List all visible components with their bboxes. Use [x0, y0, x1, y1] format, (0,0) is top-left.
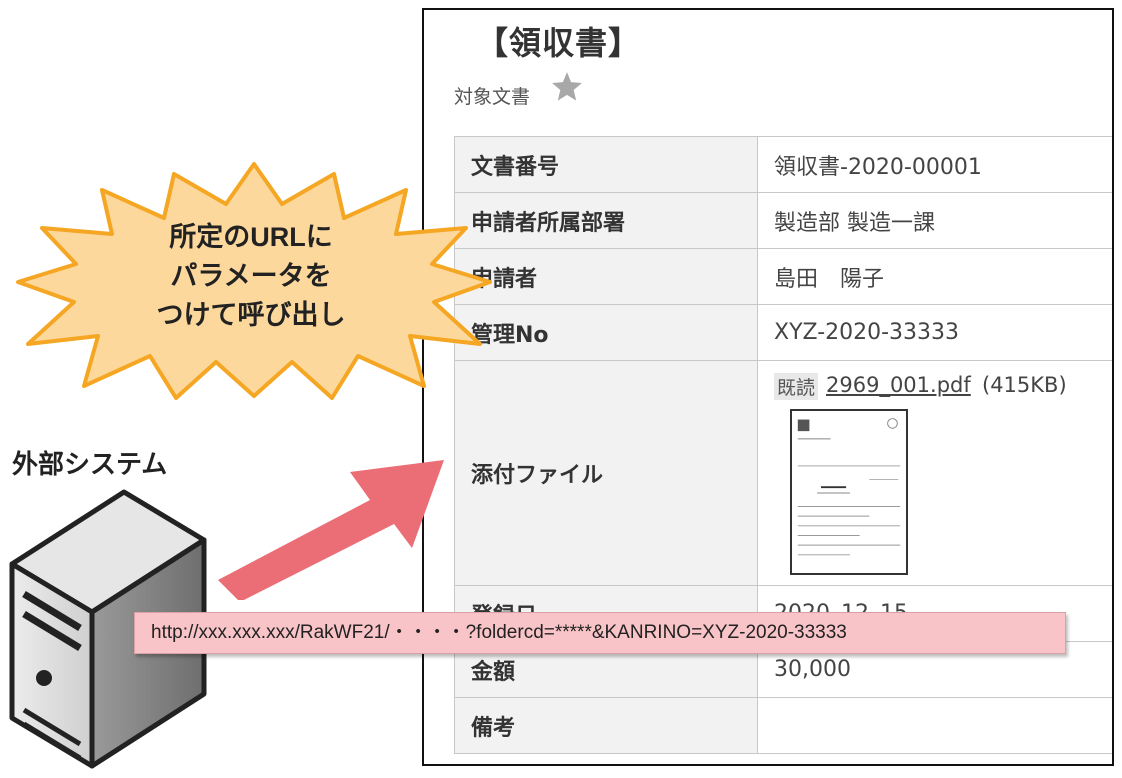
- attachment-thumbnail[interactable]: [790, 409, 908, 575]
- url-example: http://xxx.xxx.xxx/RakWF21/・・・・?foldercd…: [134, 612, 1066, 654]
- document-details-table: 文書番号 領収書-2020-00001 申請者所属部署 製造部 製造一課 申請者…: [454, 136, 1112, 754]
- field-value: [757, 697, 1112, 754]
- table-row: 添付ファイル 既読 2969_001.pdf (415KB): [454, 360, 1112, 586]
- star-icon[interactable]: [550, 70, 584, 104]
- document-type-label: 対象文書: [454, 86, 531, 108]
- field-label: 備考: [454, 697, 758, 754]
- field-label: 管理No: [454, 304, 758, 361]
- field-value: XYZ-2020-33333: [757, 304, 1112, 361]
- field-label: 申請者所属部署: [454, 192, 758, 249]
- field-value: 領収書-2020-00001: [757, 136, 1112, 193]
- callout-line: パラメータを: [170, 261, 332, 291]
- attachment-cell: 既読 2969_001.pdf (415KB): [757, 360, 1112, 586]
- attachment-size: (415KB): [982, 373, 1067, 397]
- external-system-label: 外部システム: [12, 449, 168, 479]
- read-badge: 既読: [774, 373, 819, 400]
- field-value: 製造部 製造一課: [757, 192, 1112, 249]
- attachment-link[interactable]: 2969_001.pdf: [826, 373, 971, 397]
- field-value: 島田 陽子: [757, 248, 1112, 305]
- table-row: 申請者 島田 陽子: [454, 248, 1112, 305]
- callout-text: 所定のURLに パラメータを つけて呼び出し: [116, 218, 386, 335]
- callout-line: つけて呼び出し: [156, 300, 346, 330]
- field-label: 添付ファイル: [454, 360, 758, 586]
- table-row: 申請者所属部署 製造部 製造一課: [454, 192, 1112, 249]
- field-label: 申請者: [454, 248, 758, 305]
- arrow-icon: [218, 460, 444, 600]
- table-row: 文書番号 領収書-2020-00001: [454, 136, 1112, 193]
- page-title: 【領収書】: [476, 24, 642, 62]
- table-row: 管理No XYZ-2020-33333: [454, 304, 1112, 361]
- callout-line: 所定のURLに: [169, 222, 333, 252]
- table-row: 備考: [454, 697, 1112, 754]
- field-label: 文書番号: [454, 136, 758, 193]
